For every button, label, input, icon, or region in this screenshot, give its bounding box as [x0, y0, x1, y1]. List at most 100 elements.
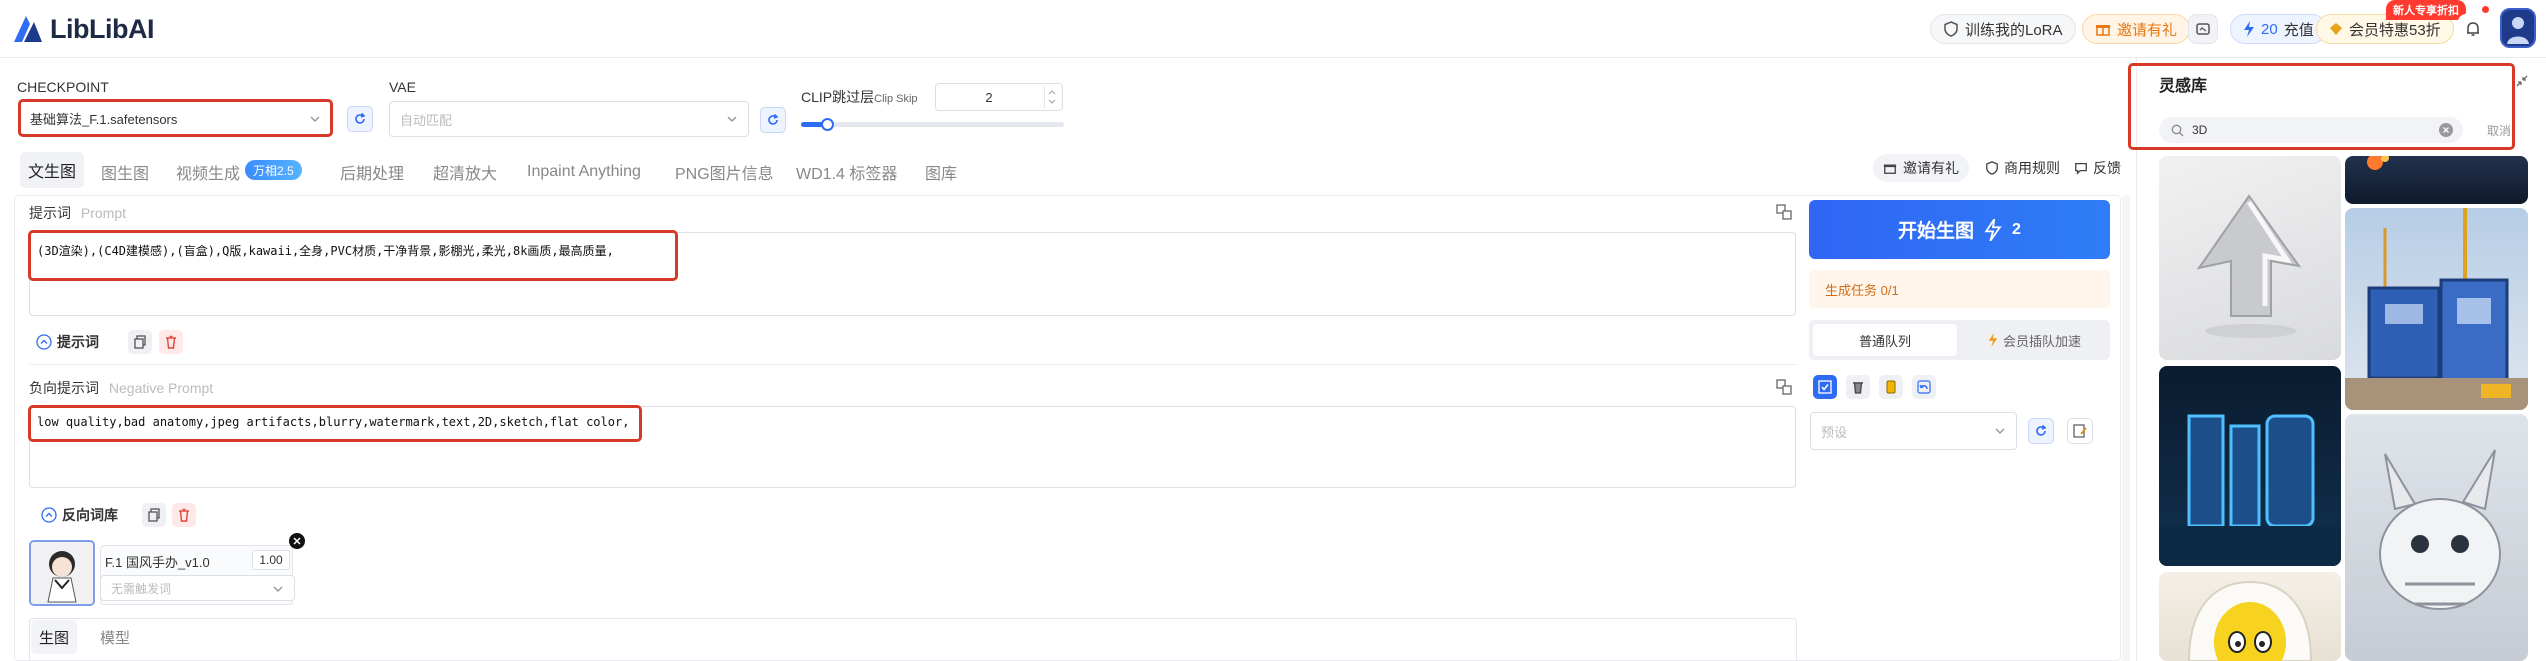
normal-queue-option[interactable]: 普通队列 — [1813, 324, 1957, 356]
lora-remove-button[interactable] — [289, 533, 305, 549]
vip-queue-option[interactable]: 会员插队加速 — [1961, 324, 2107, 356]
generate-cost: 2 — [2012, 220, 2021, 238]
prompt-textarea[interactable]: (3D渲染),(C4D建模感),(盲盒),Q版,kawaii,全身,PVC材质,… — [29, 232, 1796, 316]
recharge-button[interactable]: 20 充值 — [2230, 14, 2327, 44]
user-avatar[interactable] — [2500, 8, 2536, 48]
start-generate-button[interactable]: 开始生图 2 — [1809, 200, 2110, 259]
clip-skip-input[interactable]: 2 — [935, 83, 1063, 111]
checkpoint-refresh-button[interactable] — [347, 106, 373, 132]
lora-trigger-select[interactable]: 无需触发词 — [100, 575, 295, 601]
prompt-clear-button[interactable] — [159, 330, 183, 354]
tab-png-info[interactable]: PNG图片信息 — [675, 157, 774, 187]
preset-select[interactable]: 预设 — [1810, 412, 2017, 450]
image-history-icon — [2196, 23, 2210, 35]
negative-clear-button[interactable] — [172, 503, 196, 527]
rules-label: 商用规则 — [2004, 160, 2060, 176]
negative-label-cn: 负向提示词 — [29, 380, 99, 396]
negative-copy-button[interactable] — [142, 503, 166, 527]
shield-icon — [1944, 21, 1958, 37]
prompt-tools-button[interactable] — [1772, 200, 1796, 224]
feedback-label: 反馈 — [2093, 160, 2121, 176]
prompt-library-button[interactable]: 提示词 — [36, 330, 99, 354]
brand-logo[interactable]: LibLibAI — [12, 13, 154, 45]
checkpoint-value: 基础算法_F.1.safetensors — [30, 111, 178, 127]
invite-link-label: 邀请有礼 — [1903, 160, 1959, 176]
vae-label: VAE — [389, 79, 416, 95]
gallery-image-mech-creature[interactable] — [2345, 414, 2528, 661]
vip-queue-label: 会员插队加速 — [2002, 333, 2081, 349]
undo-button[interactable] — [1912, 375, 1936, 399]
chevron-down-icon — [273, 586, 283, 593]
inspiration-library-panel: 灵感库 3D 取消 — [2128, 58, 2546, 661]
search-icon — [2171, 124, 2184, 136]
preset-refresh-button[interactable] — [2028, 418, 2054, 444]
negative-prompt-textarea[interactable]: low quality,bad anatomy,jpeg artifacts,b… — [29, 406, 1796, 488]
bottom-tab-panel — [29, 618, 1797, 661]
diamond-icon — [2330, 23, 2342, 35]
close-icon — [293, 537, 301, 545]
clip-skip-stepper[interactable] — [1044, 86, 1058, 108]
history-button[interactable] — [2188, 14, 2218, 44]
lightning-icon — [1984, 218, 2002, 241]
prompt-text: (3D渲染),(C4D建模感),(盲盒),Q版,kawaii,全身,PVC材质,… — [37, 244, 614, 258]
negative-tools-button[interactable] — [1772, 375, 1796, 399]
invite-label: 邀请有礼 — [2117, 21, 2178, 39]
tab-upscale[interactable]: 超清放大 — [433, 157, 497, 187]
construction-3d-letters-icon — [2345, 208, 2528, 410]
clip-skip-slider-handle[interactable] — [821, 118, 834, 131]
prompt-label: 提示词 Prompt — [29, 203, 126, 223]
negative-label-en: Negative Prompt — [108, 380, 214, 396]
panel-scrollbar[interactable] — [2122, 195, 2130, 661]
invite-gift-button[interactable]: 邀请有礼 — [2082, 14, 2191, 44]
gallery-image-chrome-arrow[interactable] — [2159, 156, 2341, 360]
trash-icon — [166, 335, 176, 349]
gallery-image-yellow-character[interactable] — [2159, 572, 2341, 661]
gallery-image-night-scene[interactable] — [2345, 156, 2528, 204]
train-lora-button[interactable]: 训练我的LoRA — [1930, 14, 2076, 44]
tab-txt2img[interactable]: 文生图 — [20, 152, 85, 188]
gallery-image-lib-neon[interactable] — [2159, 366, 2341, 566]
negative-library-button[interactable]: 反向词库 — [41, 503, 118, 527]
preset-placeholder: 预设 — [1821, 424, 1848, 440]
lora-thumbnail[interactable] — [29, 540, 95, 606]
prompt-copy-button[interactable] — [128, 330, 152, 354]
translate-icon — [1776, 379, 1792, 395]
generate-label: 开始生图 — [1898, 221, 1975, 242]
tab-img2img[interactable]: 图生图 — [101, 157, 149, 187]
tab-generate[interactable]: 生图 — [31, 620, 78, 654]
vae-select[interactable]: 自动匹配 — [389, 101, 749, 137]
chat-bubble-icon — [2075, 162, 2087, 175]
clip-skip-slider-track[interactable] — [801, 118, 1064, 131]
negative-prompt-label: 负向提示词 Negative Prompt — [29, 378, 213, 398]
feedback-link[interactable]: 反馈 — [2074, 154, 2121, 182]
notification-button[interactable] — [2458, 14, 2488, 44]
recycle-button[interactable] — [1846, 375, 1870, 399]
vae-refresh-button[interactable] — [760, 107, 786, 133]
preset-edit-button[interactable] — [2067, 418, 2093, 444]
gallery-image-construction-letters[interactable] — [2345, 208, 2528, 410]
prompt-library-label: 提示词 — [57, 334, 99, 350]
tab-inpaint-anything[interactable]: Inpaint Anything — [527, 157, 641, 187]
tab-model[interactable]: 模型 — [100, 620, 130, 654]
tab-gallery[interactable]: 图库 — [925, 157, 957, 187]
select-all-button[interactable] — [1813, 375, 1837, 399]
generation-task-status: 生成任务 0/1 — [1809, 270, 2110, 308]
checkpoint-select[interactable]: 基础算法_F.1.safetensors — [19, 101, 332, 135]
clip-skip-value: 2 — [985, 89, 993, 105]
copy-icon — [134, 335, 146, 349]
brand-name: LibLibAI — [50, 13, 154, 44]
chevron-up-circle-icon — [36, 334, 52, 350]
tab-postprocess[interactable]: 后期处理 — [340, 157, 404, 187]
commercial-rules-link[interactable]: 商用规则 — [1985, 154, 2060, 182]
collapse-panel-button[interactable] — [2515, 74, 2535, 94]
inspiration-search-input[interactable]: 3D — [2159, 117, 2463, 143]
clear-icon — [2443, 127, 2449, 133]
tab-video[interactable]: 视频生成 — [176, 157, 240, 187]
clear-search-button[interactable] — [2439, 123, 2453, 137]
inspiration-cancel-button[interactable]: 取消 — [2487, 122, 2511, 139]
avatar-figure-icon — [2507, 17, 2529, 44]
lora-weight-input[interactable]: 1.00 — [252, 550, 290, 570]
style-card-button[interactable] — [1879, 375, 1903, 399]
invite-gift-link[interactable]: 邀请有礼 — [1873, 154, 1969, 182]
tab-wd14-tagger[interactable]: WD1.4 标签器 — [796, 157, 897, 187]
